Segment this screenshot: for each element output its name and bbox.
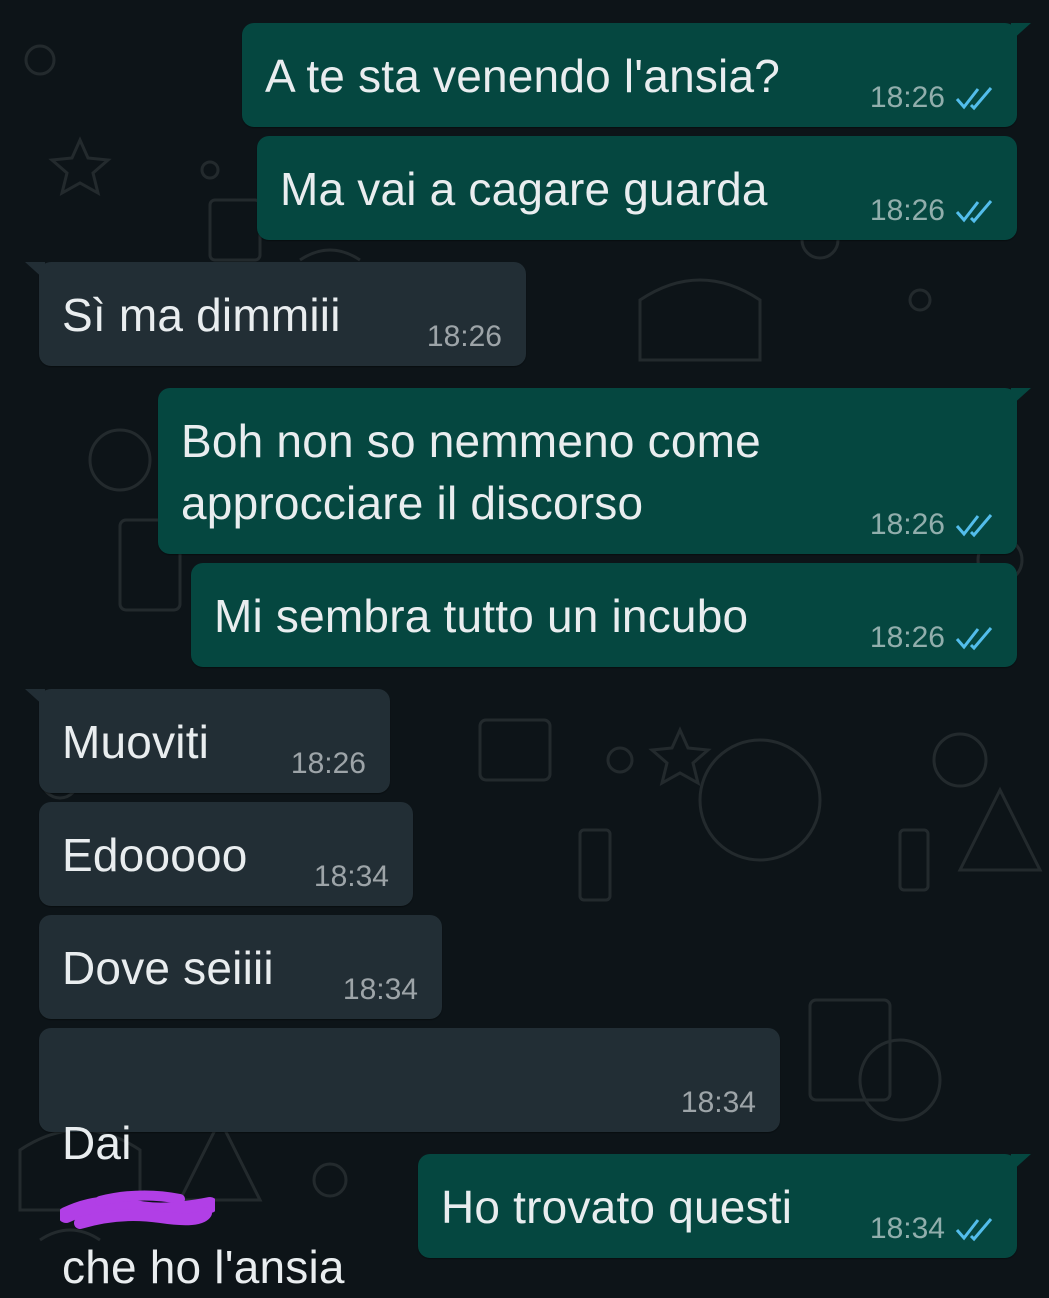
double-check-icon: [955, 200, 993, 224]
incoming-message[interactable]: Dai che ho l'ansia 18:34: [39, 1028, 780, 1293]
double-check-icon: [955, 1218, 993, 1242]
message-time: 18:26: [869, 194, 945, 227]
incoming-message[interactable]: Muoviti 18:26: [25, 689, 390, 793]
double-check-icon: [955, 87, 993, 111]
message-time: 18:34: [680, 1086, 756, 1119]
incoming-message[interactable]: Sì ma dimmiii 18:26: [25, 262, 526, 366]
message-meta: 18:34: [681, 1086, 756, 1120]
message-time: 18:26: [290, 747, 366, 780]
message-meta: 18:34: [314, 860, 389, 894]
message-meta: 18:34: [870, 1212, 995, 1246]
outgoing-message[interactable]: Ma vai a cagare guarda 18:26: [257, 136, 1017, 240]
incoming-message[interactable]: Dove seiiii 18:34: [39, 915, 442, 1019]
message-time: 18:26: [869, 508, 945, 541]
message-time: 18:26: [426, 320, 502, 353]
outgoing-message[interactable]: Ho trovato questi 18:34: [418, 1154, 1031, 1258]
double-check-icon: [955, 627, 993, 651]
redaction-scribble: [60, 1190, 215, 1229]
chat-message-list[interactable]: A te sta venendo l'ansia? 18:26 Ma vai a…: [0, 0, 1049, 1293]
message-time: 18:34: [869, 1212, 945, 1245]
outgoing-message[interactable]: A te sta venendo l'ansia? 18:26: [242, 23, 1031, 127]
message-meta: 18:26: [870, 81, 995, 115]
message-time: 18:34: [342, 973, 418, 1006]
message-time: 18:26: [869, 81, 945, 114]
message-time: 18:34: [313, 860, 389, 893]
outgoing-message[interactable]: Boh non so nemmeno come approcciare il d…: [158, 388, 1031, 554]
incoming-message[interactable]: Edooooo 18:34: [39, 802, 413, 906]
message-meta: 18:34: [343, 973, 418, 1007]
message-time: 18:26: [869, 621, 945, 654]
message-text-after: che ho l'ansia: [62, 1241, 345, 1293]
message-meta: 18:26: [870, 508, 995, 542]
message-meta: 18:26: [427, 320, 502, 354]
outgoing-message[interactable]: Mi sembra tutto un incubo 18:26: [191, 563, 1017, 667]
message-text-before: Dai: [62, 1117, 132, 1169]
message-meta: 18:26: [870, 194, 995, 228]
message-meta: 18:26: [870, 621, 995, 655]
message-meta: 18:26: [291, 747, 366, 781]
double-check-icon: [955, 514, 993, 538]
